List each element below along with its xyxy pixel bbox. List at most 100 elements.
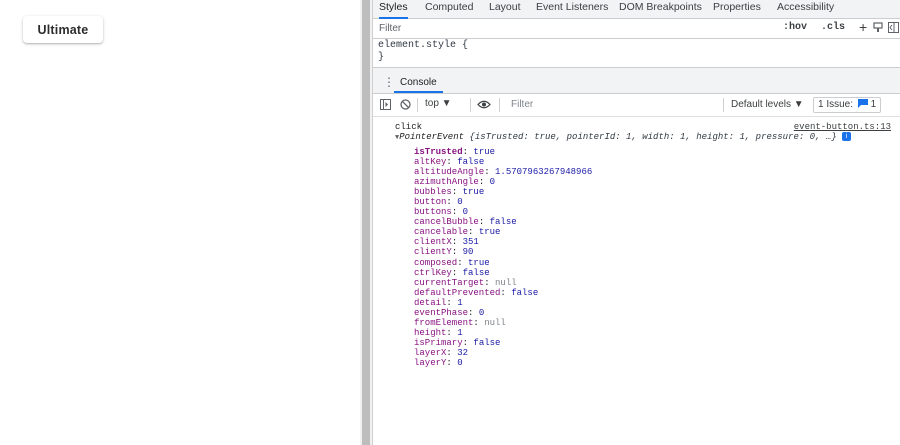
property-row[interactable]: height: 1 [414, 328, 592, 338]
property-key: detail [414, 297, 447, 308]
property-key: isPrimary [414, 337, 463, 348]
property-value: 0 [489, 177, 496, 188]
property-key: bubbles [414, 187, 452, 198]
tab-layout[interactable]: Layout [489, 0, 521, 17]
property-key: layerY [414, 357, 447, 368]
property-row[interactable]: azimuthAngle: 0 [414, 177, 592, 187]
property-row[interactable]: isPrimary: false [414, 338, 592, 348]
property-row[interactable]: fromElement: null [414, 318, 592, 328]
object-preview: {isTrusted: true, pointerId: 1, width: 1… [469, 132, 837, 142]
property-row[interactable]: currentTarget: null [414, 278, 592, 288]
property-key: eventPhase [414, 307, 469, 318]
property-row[interactable]: isTrusted: true [414, 147, 592, 157]
tab-dom-breakpoints[interactable]: DOM Breakpoints [619, 0, 702, 17]
element-style-selector: element.style { [378, 40, 469, 51]
property-key: altitudeAngle [414, 167, 485, 178]
property-key: clientX [414, 237, 452, 248]
property-value: true [478, 227, 501, 238]
info-icon[interactable]: i [842, 132, 852, 142]
property-separator: : [484, 277, 496, 288]
property-row[interactable]: buttons: 0 [414, 207, 592, 217]
property-value: false [457, 157, 485, 168]
tab-event-listeners[interactable]: Event Listeners [536, 0, 608, 17]
tab-styles[interactable]: Styles [379, 0, 408, 19]
context-selector[interactable]: top ▼ [425, 98, 452, 109]
page-area: Ultimate [0, 0, 360, 445]
property-value: false [489, 217, 517, 228]
element-style-rule[interactable]: element.style { } [378, 40, 468, 64]
property-row[interactable]: cancelBubble: false [414, 217, 592, 227]
cls-toggle[interactable]: .cls [821, 22, 845, 33]
property-row[interactable]: eventPhase: 0 [414, 308, 592, 318]
pointer-event-object[interactable]: ▼PointerEvent {isTrusted: true, pointerI… [395, 132, 852, 143]
issue-message-icon [857, 99, 868, 108]
property-separator: : [446, 327, 458, 338]
property-key: isTrusted [414, 147, 463, 157]
property-key: defaultPrevented [414, 287, 501, 298]
issues-label: 1 Issue: [818, 99, 854, 110]
property-separator: : [457, 257, 469, 268]
property-row[interactable]: altKey: false [414, 157, 592, 167]
property-key: layerX [414, 347, 447, 358]
property-row[interactable]: layerX: 32 [414, 348, 592, 358]
toolbar-divider [723, 98, 724, 112]
scrollbar-thumb[interactable] [362, 0, 370, 445]
property-separator: : [462, 147, 474, 157]
property-key: clientY [414, 247, 452, 258]
toggle-sidebar-icon[interactable] [888, 22, 899, 33]
property-value: 90 [462, 247, 474, 258]
property-value: false [473, 337, 501, 348]
property-value: 0 [457, 357, 463, 368]
property-row[interactable]: bubbles: true [414, 187, 592, 197]
clear-console-icon[interactable] [400, 99, 411, 110]
property-value: 0 [457, 197, 463, 208]
property-row[interactable]: cancelable: true [414, 227, 592, 237]
property-separator: : [500, 287, 512, 298]
console-toolbar: top ▼ Filter Default levels ▼ 1 Issue: 1 [373, 94, 900, 117]
console-filter-input[interactable]: Filter [507, 98, 725, 112]
property-separator: : [451, 267, 463, 278]
property-row[interactable]: clientY: 90 [414, 247, 592, 257]
property-separator: : [462, 337, 474, 348]
property-value: 1 [457, 297, 463, 308]
property-value: null [484, 317, 506, 328]
issues-button[interactable]: 1 Issue: 1 [813, 97, 882, 113]
tab-properties[interactable]: Properties [713, 0, 761, 17]
devtools-panel: Styles Computed Layout Event Listeners D… [372, 0, 900, 445]
issues-count: 1 [870, 99, 877, 110]
property-value: 351 [462, 237, 479, 248]
property-row[interactable]: altitudeAngle: 1.5707963267948966 [414, 167, 592, 177]
property-separator: : [468, 227, 479, 238]
new-rule-button[interactable]: + [859, 19, 867, 35]
log-levels-dropdown[interactable]: Default levels ▼ [731, 99, 804, 110]
styles-filter-input[interactable]: Filter [379, 23, 401, 34]
eye-icon[interactable] [477, 100, 491, 109]
styles-filter-bar: Filter :hov .cls + [373, 19, 900, 39]
toolbar-divider [470, 98, 471, 112]
tab-computed[interactable]: Computed [425, 0, 473, 17]
drawer-tabbar: ⋮ Console [373, 73, 900, 94]
property-value: 0 [462, 207, 469, 218]
property-row[interactable]: defaultPrevented: false [414, 288, 592, 298]
property-separator: : [473, 317, 485, 328]
property-row[interactable]: clientX: 351 [414, 237, 592, 247]
ultimate-button[interactable]: Ultimate [23, 16, 103, 43]
toolbar-divider [417, 98, 418, 112]
property-value: true [462, 187, 485, 198]
object-type: PointerEvent [399, 132, 465, 142]
property-row[interactable]: button: 0 [414, 197, 592, 207]
property-key: button [414, 197, 447, 208]
sidebar-toggle-icon[interactable] [380, 99, 391, 110]
hov-toggle[interactable]: :hov [783, 22, 807, 33]
source-link[interactable]: event-button.ts:13 [794, 122, 891, 132]
property-row[interactable]: detail: 1 [414, 298, 592, 308]
property-separator: : [446, 297, 458, 308]
property-key: altKey [414, 157, 447, 168]
tab-console[interactable]: Console [394, 75, 443, 93]
paint-brush-icon[interactable] [873, 22, 883, 33]
property-row[interactable]: layerY: 0 [414, 358, 592, 368]
property-row[interactable]: composed: true [414, 258, 592, 268]
tab-accessibility[interactable]: Accessibility [777, 0, 834, 17]
property-row[interactable]: ctrlKey: false [414, 268, 592, 278]
property-key: buttons [414, 207, 452, 218]
